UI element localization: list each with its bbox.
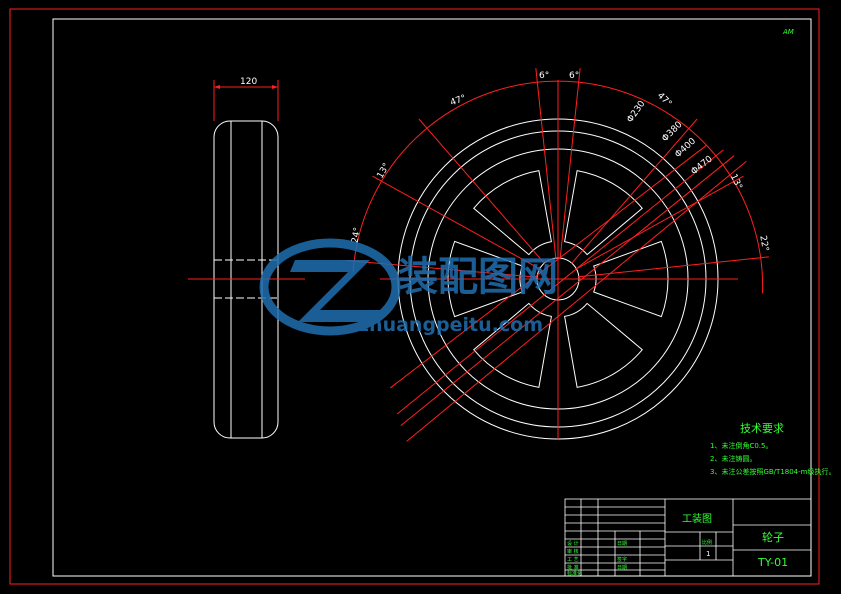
angle-extension-line — [535, 68, 557, 260]
spoke-window — [564, 170, 643, 256]
watermark: 装配图网 zhuangpeitu.com — [259, 238, 558, 336]
angle-extension-line — [559, 68, 581, 260]
angle-label-upper-right: 47° — [655, 91, 673, 109]
angle-extension-line — [570, 118, 698, 265]
angle-extension-line — [577, 256, 769, 278]
angle-label-left-upper: 13° — [376, 162, 393, 181]
angle-extension-line — [418, 118, 546, 265]
title-block-scale-label: 比例 — [702, 539, 712, 546]
title-block-quantity: 1 — [706, 550, 710, 558]
diameter-leader-line — [406, 160, 747, 442]
tech-requirement-item: 2、未注铸圆。 — [710, 454, 756, 463]
title-block-row-label: 标准化 — [567, 570, 582, 577]
title-block-mid-label: 日期 — [617, 541, 627, 547]
title-block-row-label: 工 艺 — [567, 557, 579, 563]
angle-label-right-upper: 13° — [728, 173, 744, 192]
diameter-label-380: Φ380 — [660, 120, 684, 144]
title-block-mid-label: 日期 — [617, 565, 627, 571]
watermark-cn: 装配图网 — [398, 254, 558, 300]
corner-tag: AM — [782, 28, 794, 36]
title-block-center-label: 工装图 — [682, 512, 712, 525]
title-block-row-label: 审 核 — [567, 548, 579, 555]
tech-requirement-item: 3、未注公差按照GB/T1804-m级执行。 — [710, 467, 835, 476]
tech-requirement-item: 1、未注倒角C0.5。 — [710, 441, 772, 450]
cad-drawing-canvas: AM 120 6° 6° 47° 47° 13° 13° 24° 22° Φ23… — [9, 8, 835, 585]
tech-requirements-title: 技术要求 — [740, 422, 784, 435]
title-block-row-label: 设 计 — [567, 540, 579, 547]
watermark-url: zhuangpeitu.com — [358, 314, 543, 336]
title-block-drawing-no: TY-01 — [757, 556, 788, 569]
angle-extension-line — [575, 175, 744, 270]
diameter-label-230: Φ230 — [625, 99, 647, 125]
spoke-window — [473, 170, 552, 256]
title-block-mid-label: 签字 — [617, 556, 627, 563]
tech-requirements: 技术要求 1、未注倒角C0.5。 2、未注铸圆。 3、未注公差按照GB/T180… — [710, 422, 835, 476]
title-block-part-name: 轮子 — [762, 530, 784, 544]
title-block-row-label: 批 准 — [567, 564, 579, 571]
side-width-label: 120 — [240, 77, 257, 87]
angle-label-upper-left: 47° — [449, 94, 467, 109]
angle-label-top-right: 6° — [569, 71, 579, 81]
angle-label-top-left: 6° — [539, 71, 549, 81]
spoke-window — [564, 302, 643, 388]
diameter-label-400: Φ400 — [673, 136, 698, 160]
